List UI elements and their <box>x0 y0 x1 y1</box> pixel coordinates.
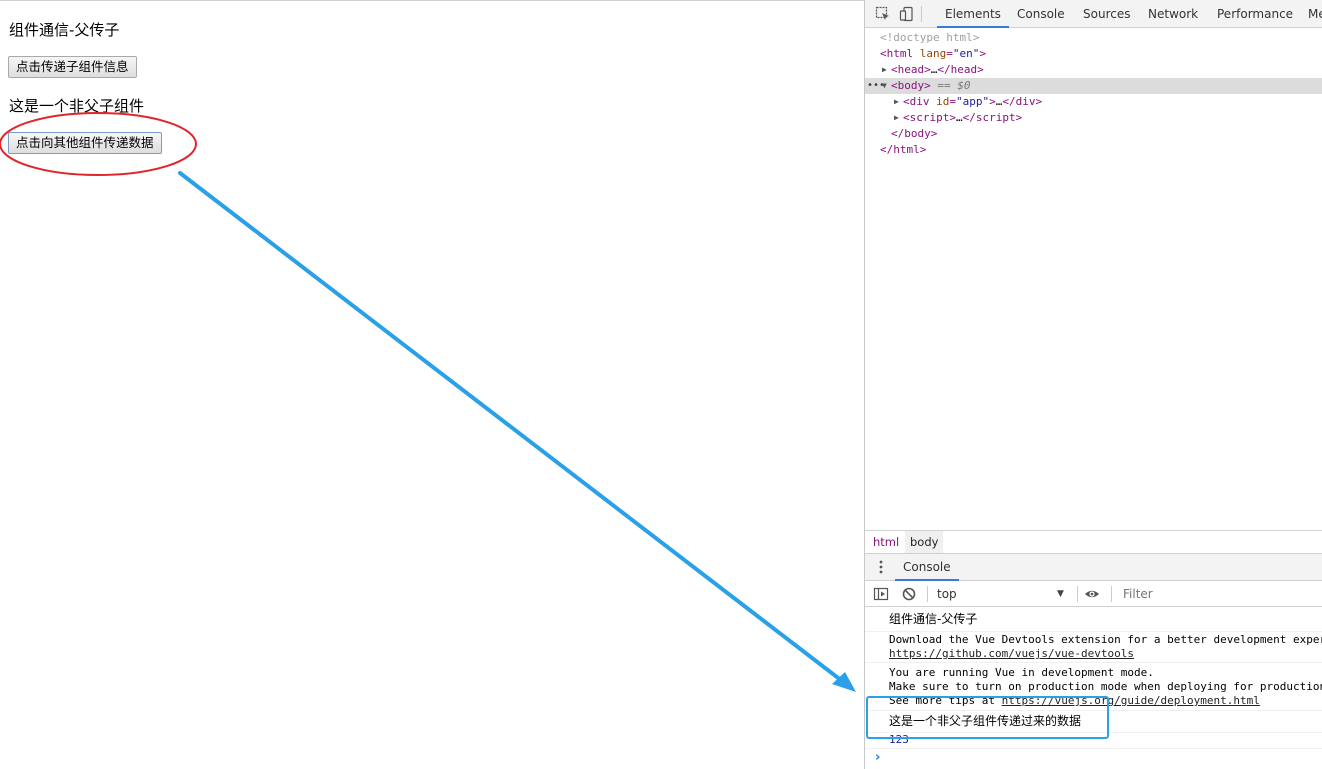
send-data-to-other-button[interactable]: 点击向其他组件传递数据 <box>8 132 162 154</box>
dom-tree: <!doctype html> <html lang="en"> ▶ <head… <box>865 29 1322 529</box>
tab-performance[interactable]: Performance <box>1217 0 1293 28</box>
tree-script[interactable]: ▶ <script>…</script> <box>865 110 1322 126</box>
inspect-element-icon[interactable] <box>875 6 891 22</box>
tree-doctype[interactable]: <!doctype html> <box>865 30 1322 46</box>
tabbar-separator <box>921 6 922 22</box>
vue-devtools-link[interactable]: https://github.com/vuejs/vue-devtools <box>889 647 1322 661</box>
expand-triangle-icon[interactable]: ▶ <box>882 62 887 78</box>
breadcrumb-body[interactable]: body <box>905 531 944 553</box>
toolbar-separator <box>1077 586 1078 602</box>
tree-body-close[interactable]: </body> <box>865 126 1322 142</box>
expand-triangle-icon[interactable]: ▶ <box>894 110 899 126</box>
context-selector[interactable]: top <box>937 581 957 607</box>
toolbar-separator <box>1111 586 1112 602</box>
expand-triangle-icon[interactable]: ▶ <box>894 94 899 110</box>
tree-head[interactable]: ▶ <head>…</head> <box>865 62 1322 78</box>
collapse-triangle-icon[interactable]: ▼ <box>882 78 887 94</box>
devtools-panel: Elements Console Sources Network Perform… <box>864 0 1322 769</box>
context-dropdown-icon[interactable]: ▼ <box>1057 581 1064 607</box>
devtools-tabbar: Elements Console Sources Network Perform… <box>865 0 1322 28</box>
clear-console-icon[interactable] <box>901 586 917 602</box>
console-message: 组件通信-父传子 <box>865 610 1322 632</box>
tree-html-open[interactable]: <html lang="en"> <box>865 46 1322 62</box>
tab-more[interactable]: Me <box>1308 0 1322 28</box>
page-title: 组件通信-父传子 <box>9 21 120 39</box>
web-page-area: 组件通信-父传子 点击传递子组件信息 这是一个非父子组件 点击向其他组件传递数据 <box>0 0 864 769</box>
tree-body-selected[interactable]: ••• ▼ <body> == $0 <box>865 78 1322 94</box>
breadcrumb: html body <box>865 530 1322 554</box>
live-expression-eye-icon[interactable] <box>1084 586 1100 602</box>
toolbar-separator <box>927 586 928 602</box>
drawer-menu-icon[interactable] <box>877 559 885 575</box>
console-message: You are running Vue in development mode.… <box>865 665 1322 711</box>
console-output: 组件通信-父传子 Download the Vue Devtools exten… <box>865 608 1322 769</box>
vue-deployment-link[interactable]: https://vuejs.org/guide/deployment.html <box>1002 694 1260 707</box>
drawer-tabbar: Console <box>865 554 1322 581</box>
show-sidebar-icon[interactable] <box>873 586 889 602</box>
console-message: 123 <box>865 733 1322 749</box>
tab-network[interactable]: Network <box>1148 0 1198 28</box>
console-toolbar: top ▼ <box>865 581 1322 607</box>
console-message: Download the Vue Devtools extension for … <box>865 632 1322 663</box>
tab-elements[interactable]: Elements <box>937 0 1009 28</box>
console-message-highlighted: 这是一个非父子组件传递过来的数据 <box>865 711 1322 733</box>
tab-sources[interactable]: Sources <box>1083 0 1130 28</box>
pass-child-info-button[interactable]: 点击传递子组件信息 <box>8 56 137 78</box>
console-prompt-icon[interactable]: › <box>875 750 880 765</box>
tree-div-app[interactable]: ▶ <div id="app">…</div> <box>865 94 1322 110</box>
console-filter-input[interactable] <box>1117 584 1317 604</box>
non-parent-child-heading: 这是一个非父子组件 <box>9 97 145 115</box>
tab-console[interactable]: Console <box>1017 0 1065 28</box>
breadcrumb-html[interactable]: html <box>868 531 904 553</box>
device-toolbar-icon[interactable] <box>899 6 915 22</box>
drawer-tab-console[interactable]: Console <box>895 554 959 581</box>
tree-html-close[interactable]: </html> <box>865 142 1322 158</box>
